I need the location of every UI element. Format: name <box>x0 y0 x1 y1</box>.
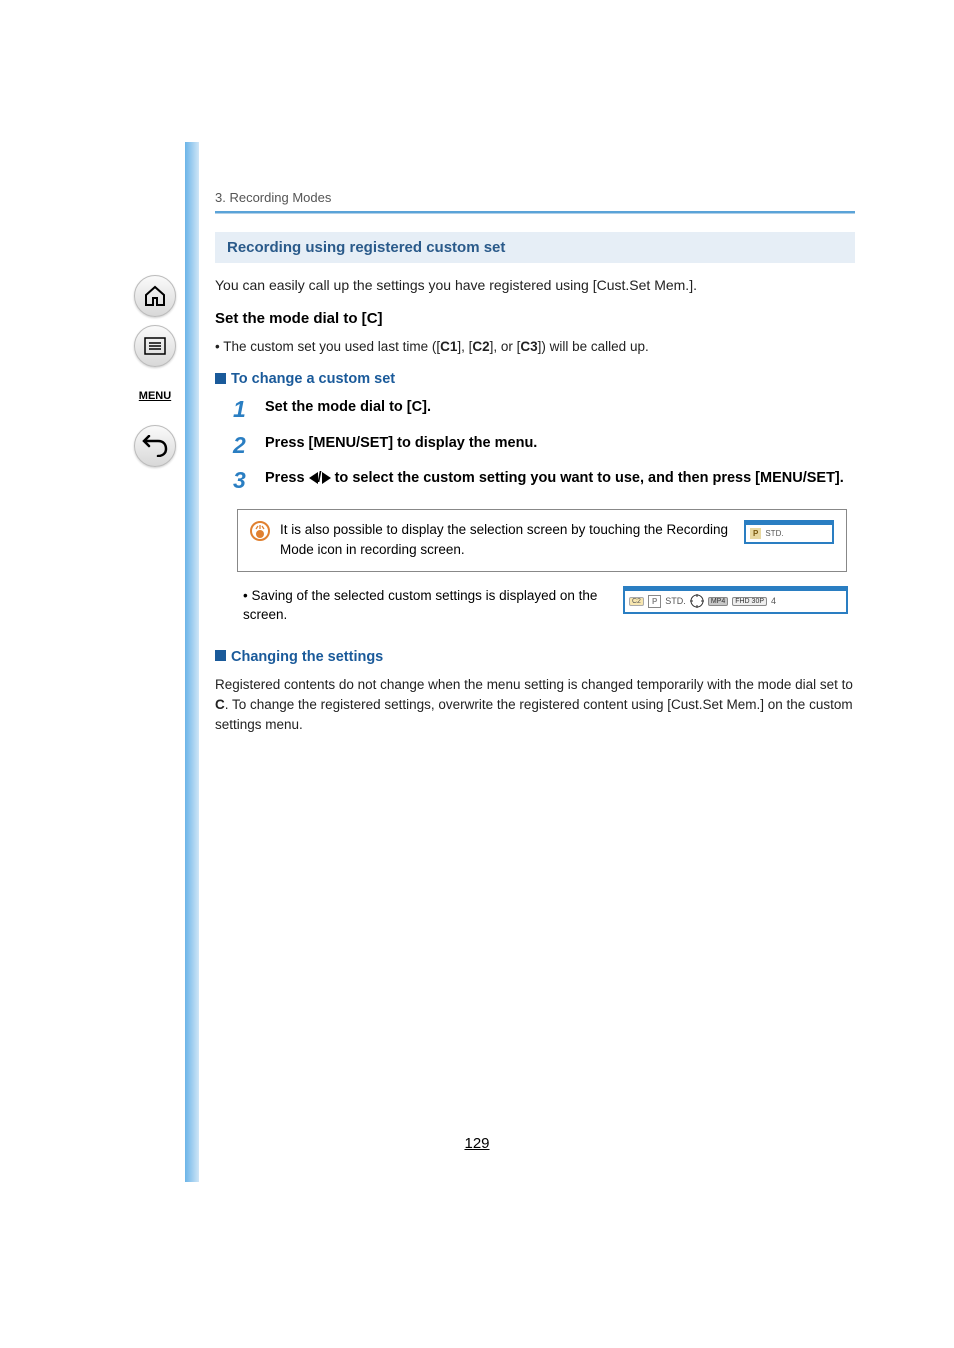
chapter-rule <box>215 211 855 214</box>
change-custom-heading: To change a custom set <box>215 371 855 387</box>
text-fragment: Press <box>265 470 309 486</box>
tip-note-box: It is also possible to display the selec… <box>237 509 847 572</box>
home-icon[interactable] <box>134 275 176 317</box>
bullet-square-icon <box>215 650 226 661</box>
text-fragment: ]) will be called up. <box>538 339 649 354</box>
c3-glyph: C3 <box>520 339 537 354</box>
saving-note: • Saving of the selected custom settings… <box>243 586 603 625</box>
text-fragment: ], [ <box>457 339 472 354</box>
step-text: Set the mode dial to [C]. <box>265 397 855 418</box>
thumb-p-badge: P <box>750 528 761 539</box>
toc-icon[interactable] <box>134 325 176 367</box>
step-number: 2 <box>233 433 251 458</box>
thumb-fhd-badge: FHD 30P <box>732 597 767 606</box>
c-glyph: C <box>412 399 422 415</box>
step-text: Press [MENU/SET] to display the menu. <box>265 433 855 454</box>
c2-glyph: C2 <box>472 339 489 354</box>
af-target-icon <box>690 594 704 608</box>
step-3: 3 Press / to select the custom setting y… <box>233 468 855 493</box>
text-fragment: ]. <box>422 399 431 415</box>
text-fragment: ] <box>378 310 383 327</box>
step-1: 1 Set the mode dial to [C]. <box>233 397 855 422</box>
dial-note: • The custom set you used last time ([C1… <box>215 337 855 357</box>
thumb-c2-badge: C2 <box>629 597 644 606</box>
text-fragment: • The custom set you used last time ([ <box>215 339 440 354</box>
chapter-title: 3. Recording Modes <box>215 190 855 205</box>
intro-text: You can easily call up the settings you … <box>215 275 855 296</box>
c1-glyph: C1 <box>440 339 457 354</box>
tip-icon <box>250 521 270 541</box>
left-arrow-icon <box>309 472 318 484</box>
text-fragment: Set the mode dial to [ <box>265 399 412 415</box>
step-text: Press / to select the custom setting you… <box>265 468 855 489</box>
c-glyph: C <box>367 310 378 327</box>
step-2: 2 Press [MENU/SET] to display the menu. <box>233 433 855 458</box>
page-number[interactable]: 129 <box>0 1135 954 1152</box>
changing-settings-heading: Changing the settings <box>215 649 855 665</box>
menu-button[interactable]: MENU <box>134 375 176 417</box>
text-fragment: Registered contents do not change when t… <box>215 677 853 692</box>
right-arrow-icon <box>322 472 331 484</box>
thumb-mp4-badge: MP4 <box>708 597 728 606</box>
section-heading: Recording using registered custom set <box>215 232 855 263</box>
text-fragment: to select the custom setting you want to… <box>331 470 844 486</box>
step-number: 1 <box>233 397 251 422</box>
text-fragment: . To change the registered settings, ove… <box>215 697 853 732</box>
bullet-square-icon <box>215 373 226 384</box>
changing-settings-body: Registered contents do not change when t… <box>215 675 855 736</box>
thumb-4-label: 4 <box>771 596 776 606</box>
blue-side-strip <box>185 142 199 1182</box>
screen-thumbnail-large: C2 P STD. MP4 FHD 30P 4 <box>623 586 848 614</box>
thumb-p-badge: P <box>648 595 661 608</box>
tip-text: It is also possible to display the selec… <box>280 520 734 561</box>
step-number: 3 <box>233 468 251 493</box>
thumb-std-label: STD. <box>765 529 783 538</box>
text-fragment: ], or [ <box>490 339 521 354</box>
screen-thumbnail-small: P STD. <box>744 520 834 544</box>
set-dial-heading: Set the mode dial to [C] <box>215 310 855 327</box>
thumb-std-label: STD. <box>665 596 686 606</box>
back-icon[interactable] <box>134 425 176 467</box>
text-fragment: To change a custom set <box>231 371 395 387</box>
c-glyph: C <box>215 697 225 712</box>
text-fragment: Changing the settings <box>231 649 383 665</box>
text-fragment: Set the mode dial to [ <box>215 310 367 327</box>
